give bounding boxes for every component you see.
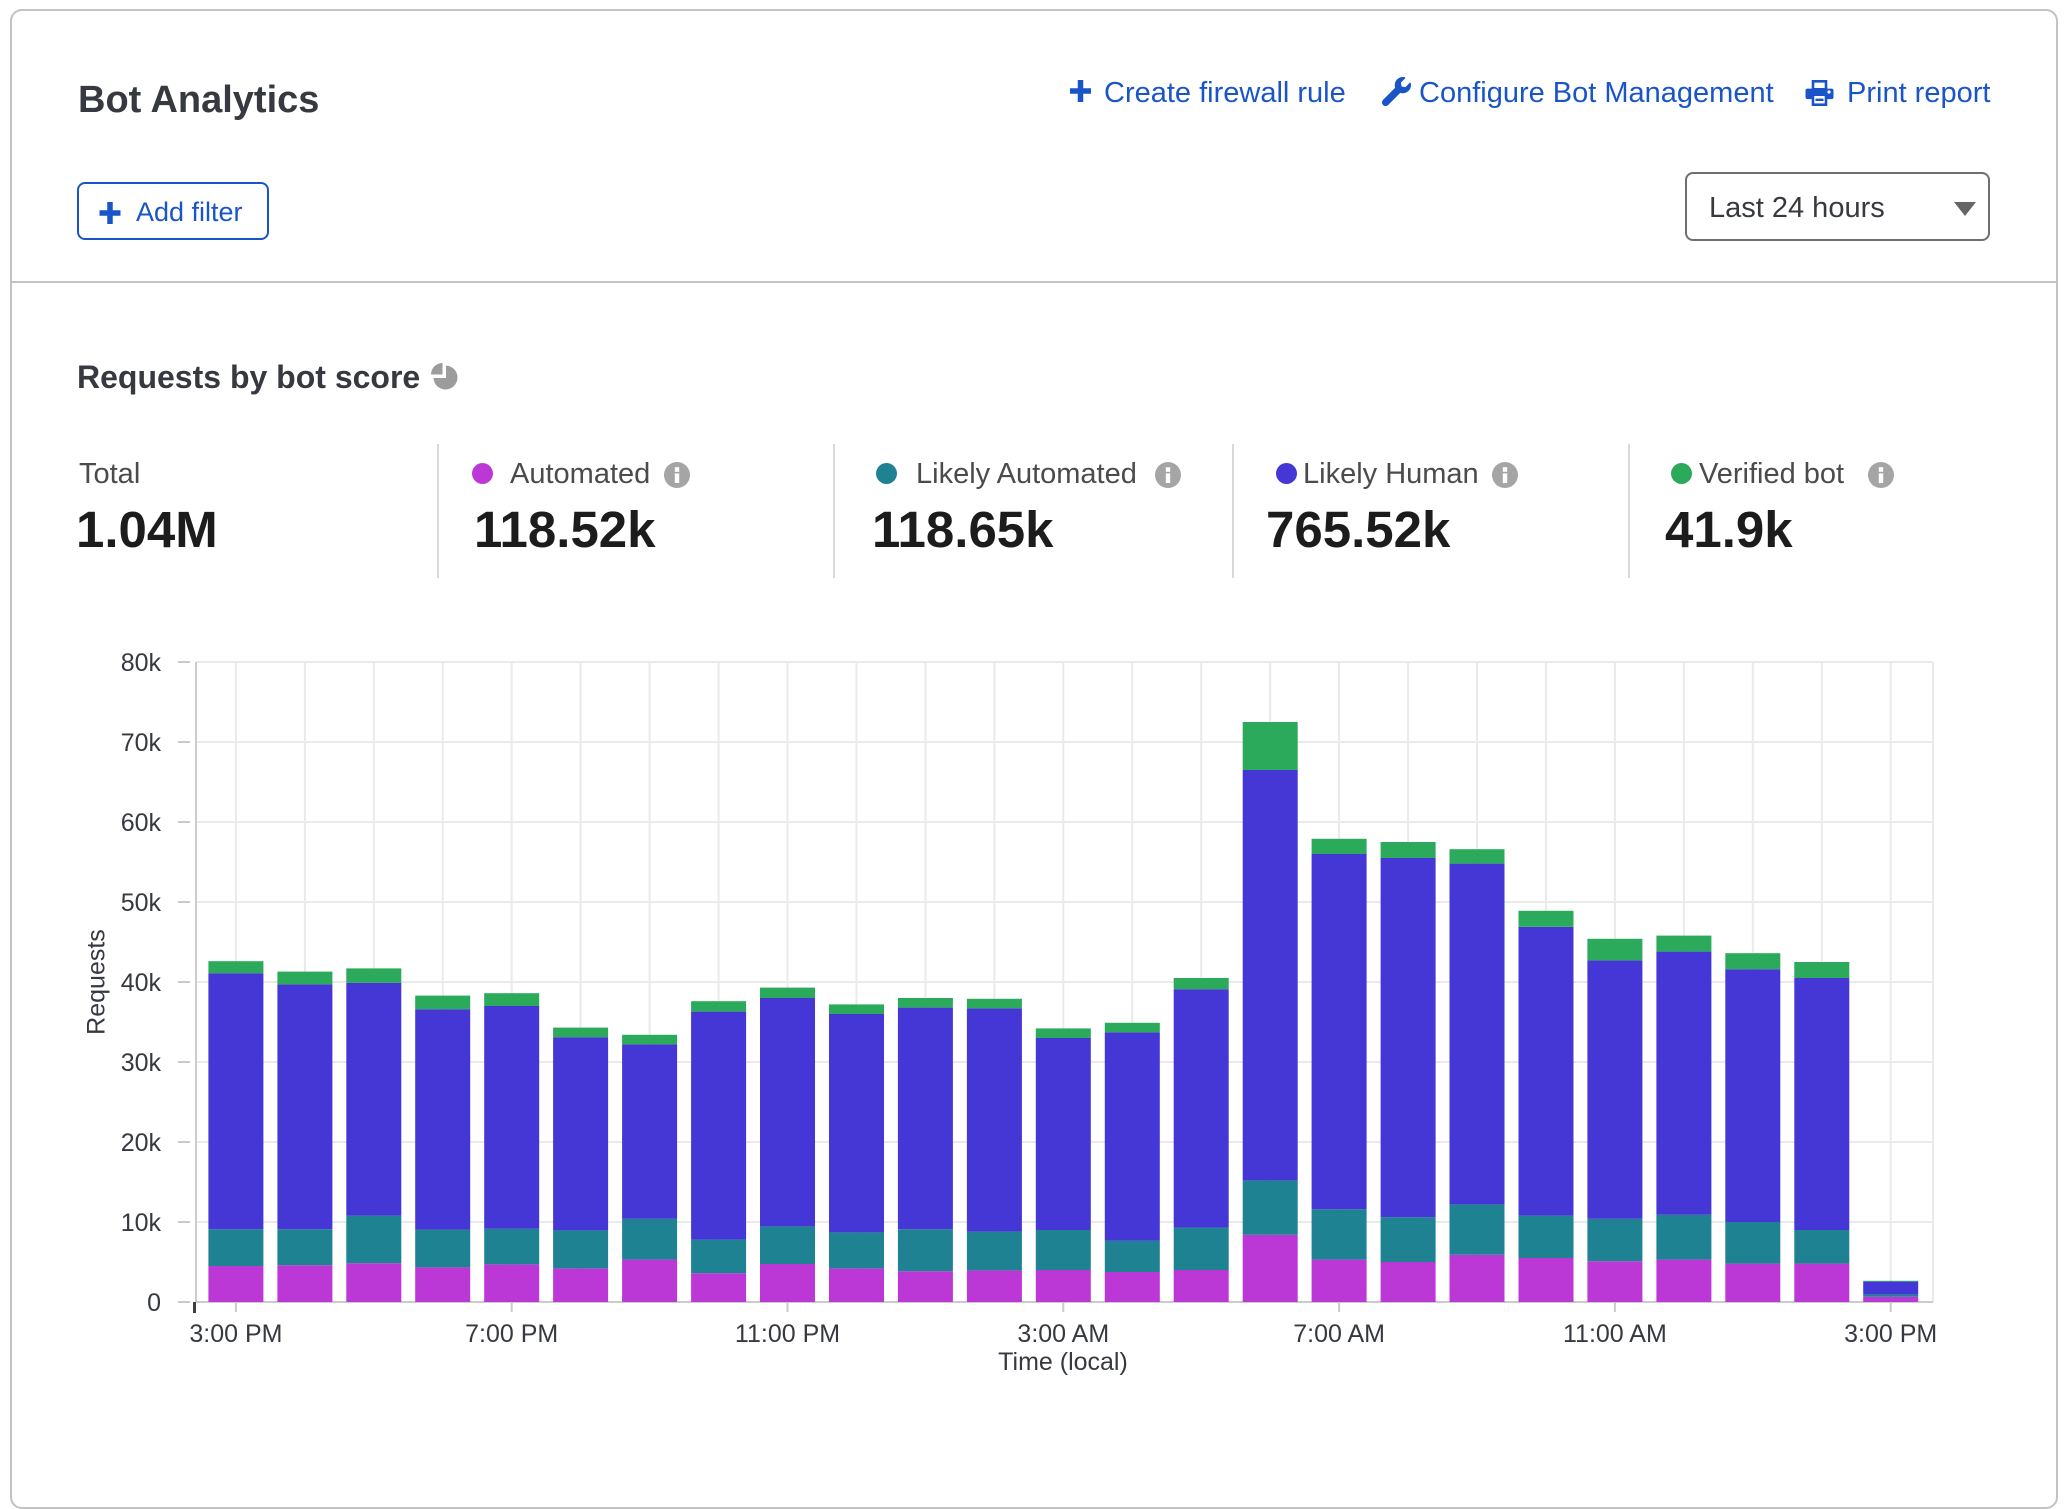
- svg-text:3:00 AM: 3:00 AM: [1017, 1320, 1109, 1348]
- svg-text:0: 0: [147, 1289, 161, 1317]
- svg-text:30k: 30k: [121, 1049, 162, 1077]
- svg-text:11:00 PM: 11:00 PM: [735, 1320, 840, 1348]
- svg-text:10k: 10k: [121, 1209, 162, 1237]
- svg-text:50k: 50k: [121, 889, 162, 917]
- svg-text:40k: 40k: [121, 969, 162, 997]
- svg-text:20k: 20k: [121, 1129, 162, 1157]
- svg-text:70k: 70k: [121, 729, 162, 757]
- svg-text:60k: 60k: [121, 809, 162, 837]
- svg-text:80k: 80k: [121, 649, 162, 677]
- svg-text:7:00 AM: 7:00 AM: [1293, 1320, 1385, 1348]
- svg-text:3:00 PM: 3:00 PM: [189, 1320, 282, 1348]
- svg-text:7:00 PM: 7:00 PM: [465, 1320, 558, 1348]
- svg-text:11:00 AM: 11:00 AM: [1563, 1320, 1667, 1348]
- svg-text:Requests: Requests: [83, 929, 111, 1035]
- svg-text:Time (local): Time (local): [998, 1348, 1128, 1376]
- svg-text:3:00 PM: 3:00 PM: [1844, 1320, 1937, 1348]
